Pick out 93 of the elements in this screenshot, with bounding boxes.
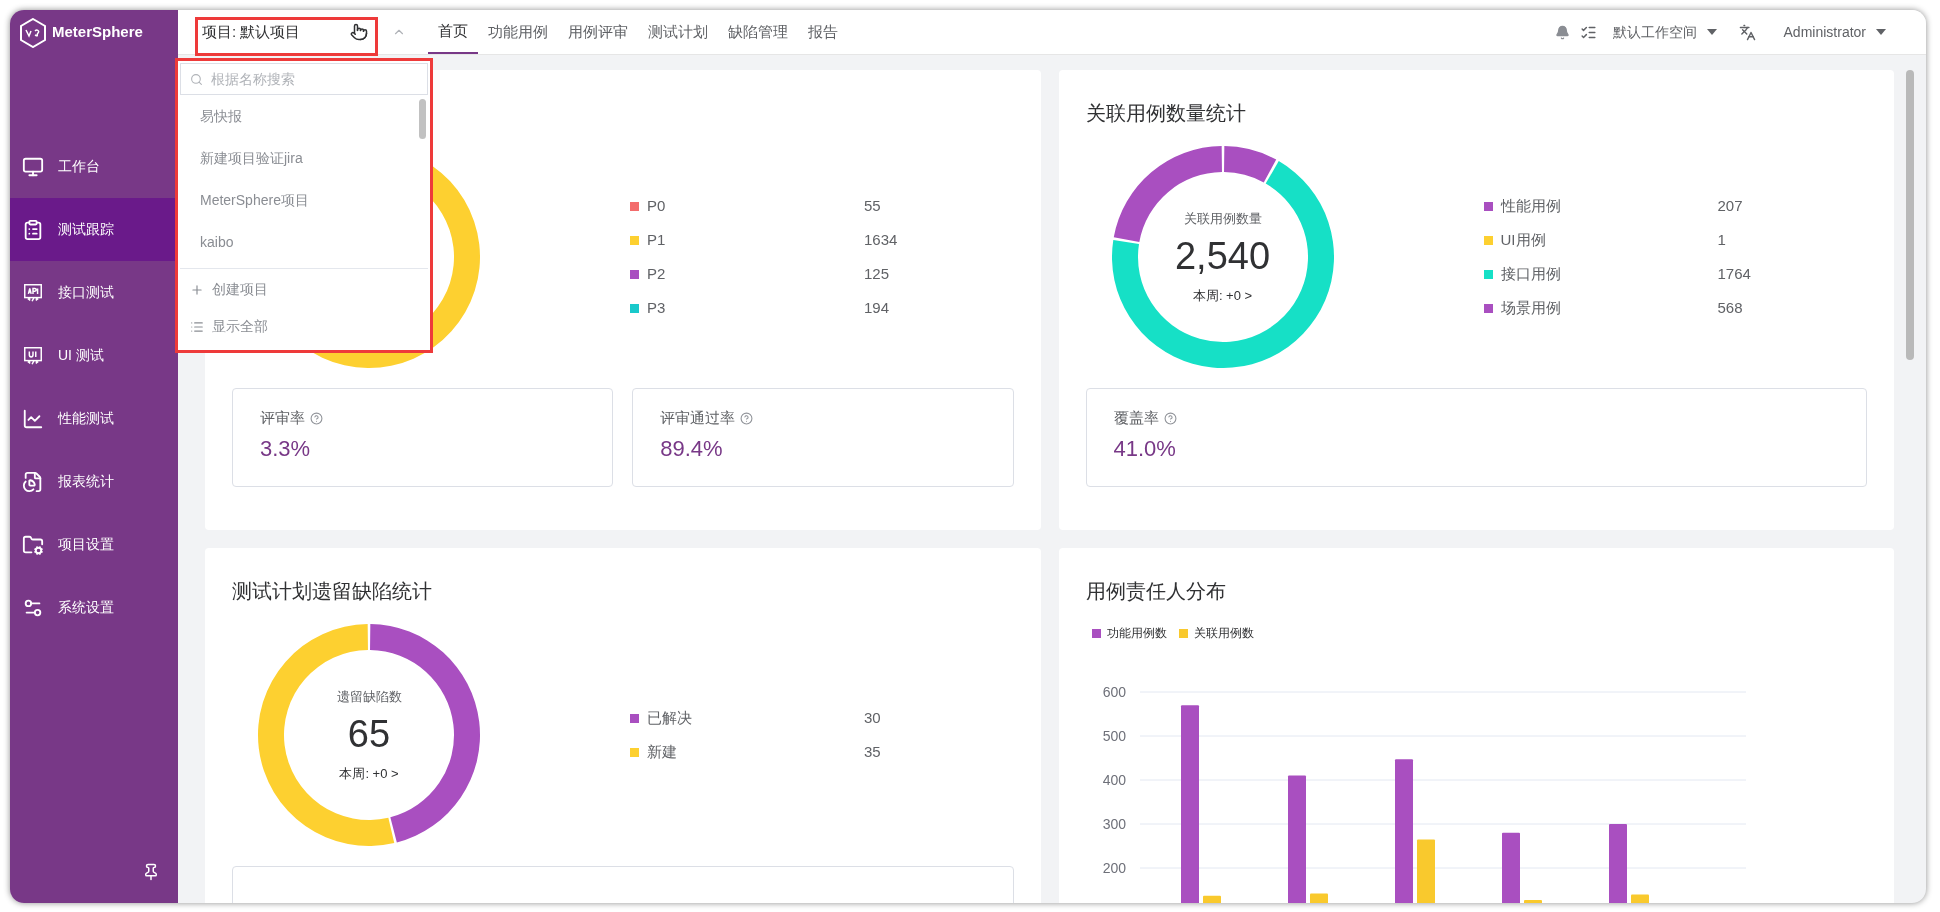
report-icon [22, 470, 44, 493]
workspace-selector[interactable]: 默认工作空间 [1612, 21, 1697, 43]
legend-value: 30 [864, 707, 881, 728]
sidebar-item[interactable]: 项目设置 [10, 513, 178, 576]
week-change-link[interactable]: 本周: +0 > [1192, 285, 1253, 306]
legend-value: 55 [864, 195, 881, 216]
bar [1523, 900, 1542, 903]
monitor-icon [22, 155, 44, 178]
nav-tab[interactable]: 功能用例 [478, 10, 558, 54]
list-icon [190, 319, 204, 334]
scrollbar[interactable] [1906, 70, 1914, 360]
project-option[interactable]: 易快报 [180, 96, 428, 137]
rate-value: 3.3% [260, 434, 312, 463]
chart-icon [22, 407, 44, 430]
bar [1501, 832, 1520, 903]
app-logo-text: MeterSphere [52, 22, 143, 43]
donut-center-value: 65 [347, 712, 391, 758]
nav-tab[interactable]: 缺陷管理 [718, 10, 798, 54]
nav-tab[interactable]: 测试计划 [638, 10, 718, 54]
legend-label: P2 [647, 263, 667, 284]
bell-icon[interactable] [1554, 24, 1570, 40]
language-icon[interactable] [1738, 23, 1756, 41]
project-selector[interactable]: 项目: 默认项目 [202, 17, 350, 47]
caret-icon [1706, 29, 1717, 35]
legend-value: 207 [1717, 195, 1743, 216]
legend-label[interactable]: 功能用例数 [1106, 624, 1167, 642]
help-icon[interactable] [1163, 411, 1177, 425]
donut-center-value: 2,540 [1174, 234, 1271, 280]
week-change-link[interactable]: 本周: +0 > [339, 763, 399, 784]
card-title: 关联用例数量统计 [1085, 102, 1246, 124]
bar [1309, 893, 1328, 903]
card-title: 用例责任人分布 [1085, 580, 1226, 602]
cube-logo-icon [20, 17, 46, 48]
caret-icon [1876, 29, 1886, 35]
rate-label: 评审率 [260, 408, 305, 428]
legend-value: 1764 [1717, 263, 1751, 284]
donut-center-label: 关联用例数量 [1183, 209, 1262, 228]
legend-value: 568 [1717, 297, 1743, 318]
user-menu[interactable]: Administrator [1783, 21, 1866, 43]
sidebar-item[interactable]: 工作台 [10, 135, 178, 198]
axis-tick-label: 200 [1102, 860, 1126, 876]
legend-label: 已解决 [647, 707, 693, 728]
rate-value: 41.0% [1113, 434, 1177, 463]
legend-label: 性能用例 [1500, 195, 1562, 216]
rate-label: 评审通过率 [660, 408, 736, 428]
dropdown-action[interactable]: 显示全部 [180, 308, 428, 345]
dropdown-action[interactable]: 创建项目 [180, 271, 428, 308]
sidebar-item[interactable]: 报表统计 [10, 450, 178, 513]
legend-value: 125 [864, 263, 890, 284]
sidebar-item[interactable]: 接口测试 [10, 261, 178, 324]
legend-value: 35 [864, 741, 881, 762]
donut-center-label: 遗留缺陷数 [336, 687, 402, 706]
help-icon[interactable] [310, 411, 323, 425]
legend-label: P0 [647, 195, 667, 216]
legend-label: UI用例 [1500, 229, 1547, 250]
card-title: 测试计划遗留缺陷统计 [232, 580, 432, 602]
legend-label: P3 [647, 297, 667, 318]
legend-label: 新建 [647, 741, 678, 762]
help-icon[interactable] [740, 411, 754, 425]
legend-label: 场景用例 [1500, 297, 1562, 318]
ui-document-icon [22, 344, 44, 367]
legend-label: 接口用例 [1500, 263, 1562, 284]
axis-tick-label: 300 [1102, 816, 1126, 832]
plus-icon [190, 282, 204, 297]
legend-value: 1 [1717, 229, 1726, 250]
legend-label: P1 [647, 229, 667, 250]
nav-tab[interactable]: 用例评审 [558, 10, 638, 54]
project-option[interactable]: 新建项目验证jira [180, 138, 428, 179]
nav-tab[interactable]: 首页 [428, 10, 478, 54]
bar [1416, 839, 1435, 903]
axis-tick-label: 500 [1102, 728, 1126, 744]
bar [1202, 895, 1221, 903]
search-field[interactable]: 根据名称搜索 [180, 63, 428, 95]
scrollbar[interactable] [419, 99, 426, 139]
clipboard-icon [22, 218, 44, 241]
nav-tab[interactable]: 报告 [798, 10, 848, 54]
legend-label[interactable]: 关联用例数 [1193, 624, 1254, 642]
folder-icon [22, 533, 44, 556]
api-document-icon [22, 281, 44, 304]
pin-icon[interactable] [142, 863, 160, 881]
legend-value: 1634 [864, 229, 898, 250]
sidebar-item[interactable]: 系统设置 [10, 576, 178, 639]
hand-cursor-icon [350, 22, 368, 42]
bar [1630, 894, 1649, 903]
sidebar-item[interactable]: 测试跟踪 [10, 198, 178, 261]
axis-tick-label: 400 [1102, 772, 1126, 788]
search-icon [190, 73, 203, 86]
sidebar-item[interactable]: 性能测试 [10, 387, 178, 450]
legend-value: 194 [864, 297, 890, 318]
axis-tick-label: 600 [1102, 684, 1126, 700]
sidebar-item[interactable]: UI 测试 [10, 324, 178, 387]
rate-label: 覆盖率 [1113, 408, 1159, 428]
rate-value: 89.4% [660, 434, 724, 463]
